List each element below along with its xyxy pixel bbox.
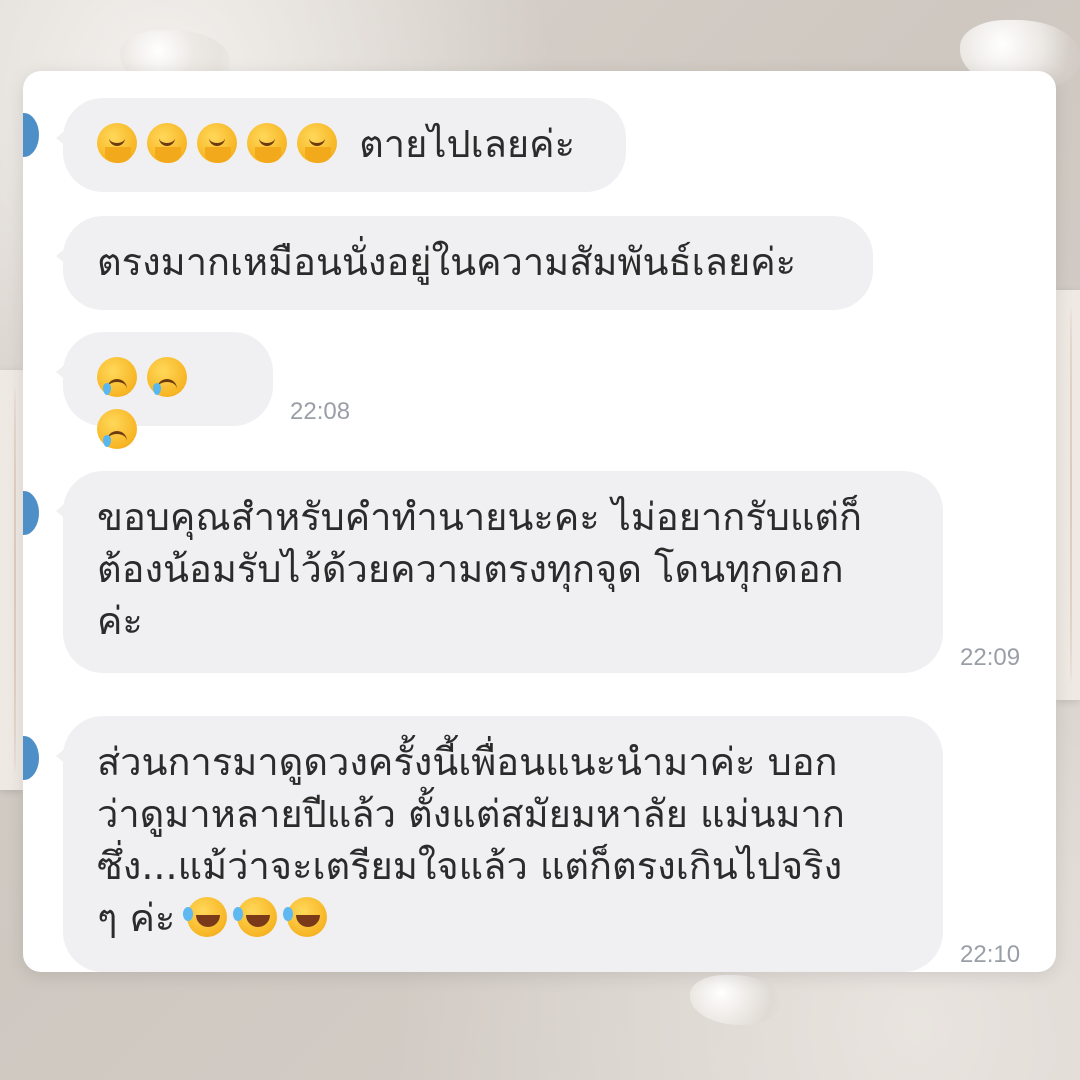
chat-message: ขอบคุณสำหรับคำทำนายนะคะ ไม่อยากรับแต่ก็ …: [56, 471, 943, 673]
chat-message: ตายไปเลยค่ะ: [56, 98, 626, 192]
tarot-card-decor: [0, 370, 23, 790]
message-timestamp: 22:09: [960, 644, 1021, 671]
chat-message: ตรงมากเหมือนนั่งอยู่ในความสัมพันธ์เลยค่ะ: [56, 216, 873, 310]
avatar[interactable]: [23, 736, 39, 780]
message-timestamp: 22:10: [960, 941, 1021, 968]
message-text: ตรงมากเหมือนนั่งอยู่ในความสัมพันธ์เลยค่ะ: [97, 240, 797, 284]
melting-face-icon: [97, 122, 347, 166]
crystal-decor: [690, 975, 780, 1025]
chat-screenshot-panel: ตายไปเลยค่ะ ตรงมากเหมือนนั่งอยู่ในความสั…: [23, 71, 1056, 972]
chat-message: [56, 332, 273, 449]
message-timestamp: 22:08: [290, 398, 351, 425]
message-text: ตายไปเลยค่ะ: [359, 122, 575, 166]
rolling-on-floor-laughing-icon: [183, 896, 337, 940]
message-text: ขอบคุณสำหรับคำทำนายนะคะ ไม่อยากรับแต่ก็ …: [97, 495, 863, 643]
chat-message: ส่วนการมาดูดวงครั้งนี้เพื่อนแนะนำมาค่ะ บ…: [56, 716, 943, 972]
tarot-card-decor: [1056, 290, 1080, 700]
avatar[interactable]: [23, 491, 39, 535]
avatar[interactable]: [23, 113, 39, 157]
face-holding-back-tears-icon: [97, 356, 197, 452]
